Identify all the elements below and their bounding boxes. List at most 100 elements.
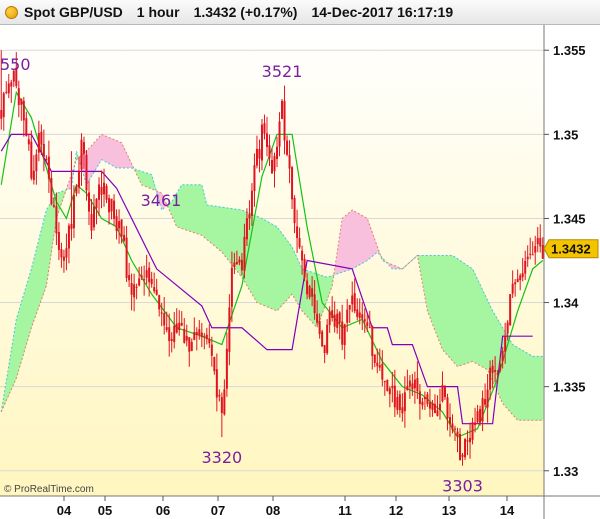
y-tick-label: 1.355 [553,43,586,58]
cloud-segment [522,350,526,421]
candle-body [343,324,346,346]
candle-body [77,170,80,188]
candle-body [230,267,233,307]
candle-body [175,323,178,333]
candle-body [301,250,304,261]
candle-body [368,326,371,328]
candle-body [25,118,28,137]
y-tick-label: 1.34 [553,296,579,311]
candle-body [0,110,3,119]
candle-body [293,197,296,224]
cloud-segment [269,222,273,309]
candle-body [281,100,284,119]
candle-body [351,295,354,305]
cloud-segment [199,184,203,236]
candle-body [20,98,23,105]
candle-body [155,289,158,295]
cloud-segment [530,354,534,421]
candle-body [148,267,151,283]
candle[interactable] [509,294,512,326]
candle[interactable] [464,437,467,460]
candle-body [376,362,379,367]
candle-body [248,214,251,219]
candle-body [258,148,261,159]
candle-body [27,139,30,145]
cloud-segment [221,207,225,256]
cloud-segment [196,184,200,235]
cloud-segment [455,257,458,367]
candle-body [145,270,148,278]
candle-body [443,386,446,398]
price-chart[interactable]: 550 3521346133203303 1.3551.351.3451.341.… [0,0,600,519]
cloud-segment [43,210,47,293]
cloud-segment [535,356,539,421]
cloud-segment [104,135,107,163]
cloud-segment [31,259,35,328]
candle-body [173,325,176,343]
candle-body [130,283,133,295]
candle-body [253,165,256,192]
candle-body [195,331,198,336]
candle-body [328,311,331,326]
candle-body [163,313,166,326]
candle-body [489,367,492,390]
candle-body [250,190,253,216]
candle-body [5,91,8,93]
cloud-segment [259,217,263,305]
candle-body [408,380,411,387]
candle-body [70,224,73,229]
candle[interactable] [321,329,324,347]
cloud-segment [206,204,210,242]
cloud-segment [16,310,20,379]
cloud-segment [226,207,230,262]
annotation-label: 3320 [202,448,243,467]
candle-body [474,422,477,426]
cloud-segment [362,215,366,264]
candle-body [143,279,146,281]
candle-body [276,146,279,159]
cloud-segment [94,139,97,173]
candle-body [511,283,514,294]
cloud-segment [354,211,358,268]
cloud-segment [525,351,529,421]
cloud-segment [194,184,198,234]
candle-body [318,320,321,334]
candle[interactable] [308,284,311,300]
candle-body [215,369,218,398]
cloud-segment [520,349,524,421]
candle-body [323,345,326,354]
candle-body [55,206,58,234]
candle-body [326,324,329,354]
cloud-segment [449,255,453,361]
cloud-segment [26,277,30,345]
cloud-segment [359,214,363,265]
candle-body [303,258,306,278]
candle-body [133,284,136,298]
candle-body [60,249,63,258]
cloud-segment [264,219,268,307]
candle-body [243,236,246,271]
candle[interactable] [281,99,284,120]
cloud-segment [510,340,514,415]
cloud-segment [364,217,368,262]
cloud-segment [146,173,150,188]
cloud-segment [18,302,22,370]
candle[interactable] [386,379,389,392]
candle-body [471,422,474,440]
candle-body [421,401,424,406]
candle-body [93,206,96,228]
candle-body [35,154,38,172]
cloud-segment [279,230,283,309]
candle-body [298,238,301,248]
candle-body [57,232,60,250]
candle-body [103,182,106,195]
candle-body [514,282,517,285]
candle-body [406,385,409,391]
candle-body [378,365,381,368]
cloud-segment [515,346,519,421]
x-tick-label: 06 [156,503,170,518]
candle-body [541,245,544,259]
cloud-segment [149,173,153,190]
cloud-segment [282,233,285,306]
candle-body [22,100,25,121]
